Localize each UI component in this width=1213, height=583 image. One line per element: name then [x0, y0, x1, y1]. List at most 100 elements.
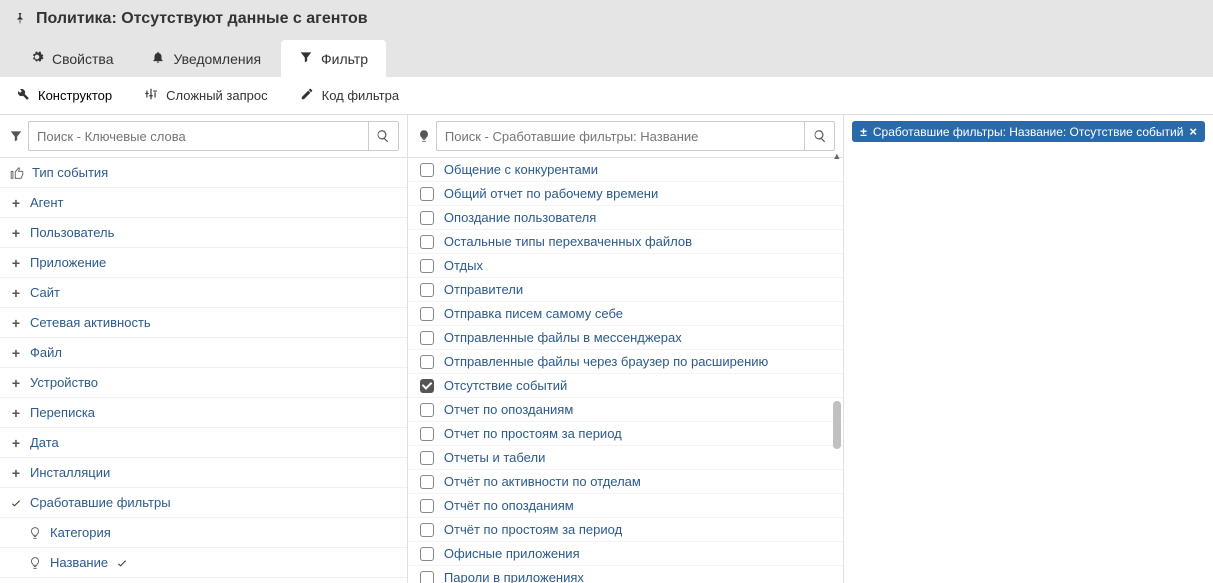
tab-funnel[interactable]: Фильтр	[281, 40, 386, 77]
tree-label: Тип события	[32, 165, 108, 180]
tree-label: Приложение	[30, 255, 106, 270]
tab-label: Свойства	[52, 51, 113, 67]
checkbox[interactable]	[420, 427, 434, 441]
tree-label: Название	[50, 555, 108, 570]
filter-item[interactable]: Отчёт по опозданиям	[408, 493, 843, 517]
filter-item[interactable]: Отправленные файлы через браузер по расш…	[408, 349, 843, 373]
tree-label: Агент	[30, 195, 64, 210]
tree-label: Пользователь	[30, 225, 114, 240]
keyword-search-button[interactable]	[368, 122, 398, 150]
filter-label: Отчёт по опозданиям	[444, 498, 574, 513]
chip-toggle-icon[interactable]: ±	[860, 125, 867, 139]
checkbox[interactable]	[420, 571, 434, 583]
tree-label: Категория	[50, 525, 111, 540]
checkbox[interactable]	[420, 403, 434, 417]
checkbox[interactable]	[420, 523, 434, 537]
checkbox[interactable]	[420, 187, 434, 201]
sliders-icon	[144, 87, 158, 104]
tree-subitem[interactable]: Категория	[0, 518, 407, 548]
filter-item[interactable]: Отдых	[408, 253, 843, 277]
filter-item[interactable]: Пароли в приложениях	[408, 565, 843, 583]
filter-search-wrap	[436, 121, 835, 151]
subtab-sliders[interactable]: Сложный запрос	[128, 77, 284, 114]
filter-item[interactable]: Отправители	[408, 277, 843, 301]
tree-item-expandable[interactable]: + Устройство	[0, 368, 407, 398]
plus-icon: +	[10, 377, 22, 389]
middle-column: Общение с конкурентамиОбщий отчет по раб…	[408, 115, 844, 583]
checkbox[interactable]	[420, 235, 434, 249]
tree-item-expandable[interactable]: + Приложение	[0, 248, 407, 278]
checkbox[interactable]	[420, 163, 434, 177]
checkbox[interactable]	[420, 331, 434, 345]
tree-item-triggered-filters[interactable]: Сработавшие фильтры	[0, 488, 407, 518]
filter-item[interactable]: Опоздание пользователя	[408, 205, 843, 229]
bulb-icon	[28, 526, 42, 540]
plus-icon: +	[10, 407, 22, 419]
filter-item[interactable]: Отчет по опозданиям	[408, 397, 843, 421]
filter-search-button[interactable]	[804, 122, 834, 150]
tab-gears[interactable]: Свойства	[12, 40, 131, 77]
filter-label: Отчет по опозданиям	[444, 402, 573, 417]
tab-label: Фильтр	[321, 51, 368, 67]
filter-item[interactable]: Общение с конкурентами	[408, 158, 843, 181]
filter-item[interactable]: Отправка писем самому себе	[408, 301, 843, 325]
tree-subitem[interactable]: Название	[0, 548, 407, 578]
subtab-pencil[interactable]: Код фильтра	[284, 77, 415, 114]
filter-item[interactable]: Отсутствие событий	[408, 373, 843, 397]
active-filter-chip[interactable]: ± Сработавшие фильтры: Название: Отсутст…	[852, 121, 1205, 142]
subtab-label: Конструктор	[38, 88, 112, 103]
tree-item-expandable[interactable]: +Агент	[0, 188, 407, 218]
checkbox[interactable]	[420, 355, 434, 369]
top-tabs: Свойства Уведомления Фильтр	[12, 40, 1201, 77]
checkbox[interactable]	[420, 475, 434, 489]
filter-list: Общение с конкурентамиОбщий отчет по раб…	[408, 158, 843, 583]
checkbox[interactable]	[420, 547, 434, 561]
checkbox[interactable]	[420, 379, 434, 393]
checkbox[interactable]	[420, 307, 434, 321]
tab-bell[interactable]: Уведомления	[133, 40, 279, 77]
checkbox[interactable]	[420, 283, 434, 297]
bell-icon	[151, 50, 165, 67]
tree-item-expandable[interactable]: +Файл	[0, 338, 407, 368]
filter-item[interactable]: Отчёт по простоям за период	[408, 517, 843, 541]
chip-close-icon[interactable]: ×	[1189, 124, 1197, 139]
filter-label: Отсутствие событий	[444, 378, 567, 393]
tree-item-expandable[interactable]: +Дата	[0, 428, 407, 458]
filter-item[interactable]: Офисные приложения	[408, 541, 843, 565]
filter-label: Отчеты и табели	[444, 450, 545, 465]
page-title: Политика: Отсутствуют данные с агентов	[36, 10, 368, 28]
filter-item[interactable]: Отправленные файлы в мессенджерах	[408, 325, 843, 349]
checkbox[interactable]	[420, 499, 434, 513]
check-icon	[116, 557, 128, 569]
plus-icon: +	[10, 257, 22, 269]
scrollbar[interactable]: ▲	[831, 151, 841, 583]
bulb-icon	[28, 556, 42, 570]
filter-item[interactable]: Отчеты и табели	[408, 445, 843, 469]
tree-label: Устройство	[30, 375, 98, 390]
tree-item-expandable[interactable]: +Инсталляции	[0, 458, 407, 488]
tree-label: Сетевая активность	[30, 315, 151, 330]
scroll-thumb[interactable]	[833, 401, 841, 449]
filter-item[interactable]: Отчёт по активности по отделам	[408, 469, 843, 493]
checkbox[interactable]	[420, 211, 434, 225]
tree-item-expandable[interactable]: +Переписка	[0, 398, 407, 428]
left-column: Тип события+Агент+Пользователь+Приложени…	[0, 115, 408, 583]
tree-item-expandable[interactable]: +Сайт	[0, 278, 407, 308]
filter-label: Отправка писем самому себе	[444, 306, 623, 321]
page-title-row: Политика: Отсутствуют данные с агентов	[12, 10, 1201, 28]
filter-label: Отчёт по простоям за период	[444, 522, 622, 537]
checkbox[interactable]	[420, 259, 434, 273]
filter-item[interactable]: Отчет по простоям за период	[408, 421, 843, 445]
filter-item[interactable]: Остальные типы перехваченных файлов	[408, 229, 843, 253]
filter-search-input[interactable]	[437, 124, 804, 149]
category-tree: Тип события+Агент+Пользователь+Приложени…	[0, 158, 407, 583]
filter-item[interactable]: Общий отчет по рабочему времени	[408, 181, 843, 205]
subtab-wrench[interactable]: Конструктор	[0, 77, 128, 114]
tree-label: Файл	[30, 345, 62, 360]
keyword-search-input[interactable]	[29, 124, 368, 149]
tree-item-expandable[interactable]: +Сетевая активность	[0, 308, 407, 338]
tree-item-event-type[interactable]: Тип события	[0, 158, 407, 188]
sub-tabs: Конструктор Сложный запросКод фильтра	[0, 77, 1213, 115]
checkbox[interactable]	[420, 451, 434, 465]
tree-item-expandable[interactable]: +Пользователь	[0, 218, 407, 248]
